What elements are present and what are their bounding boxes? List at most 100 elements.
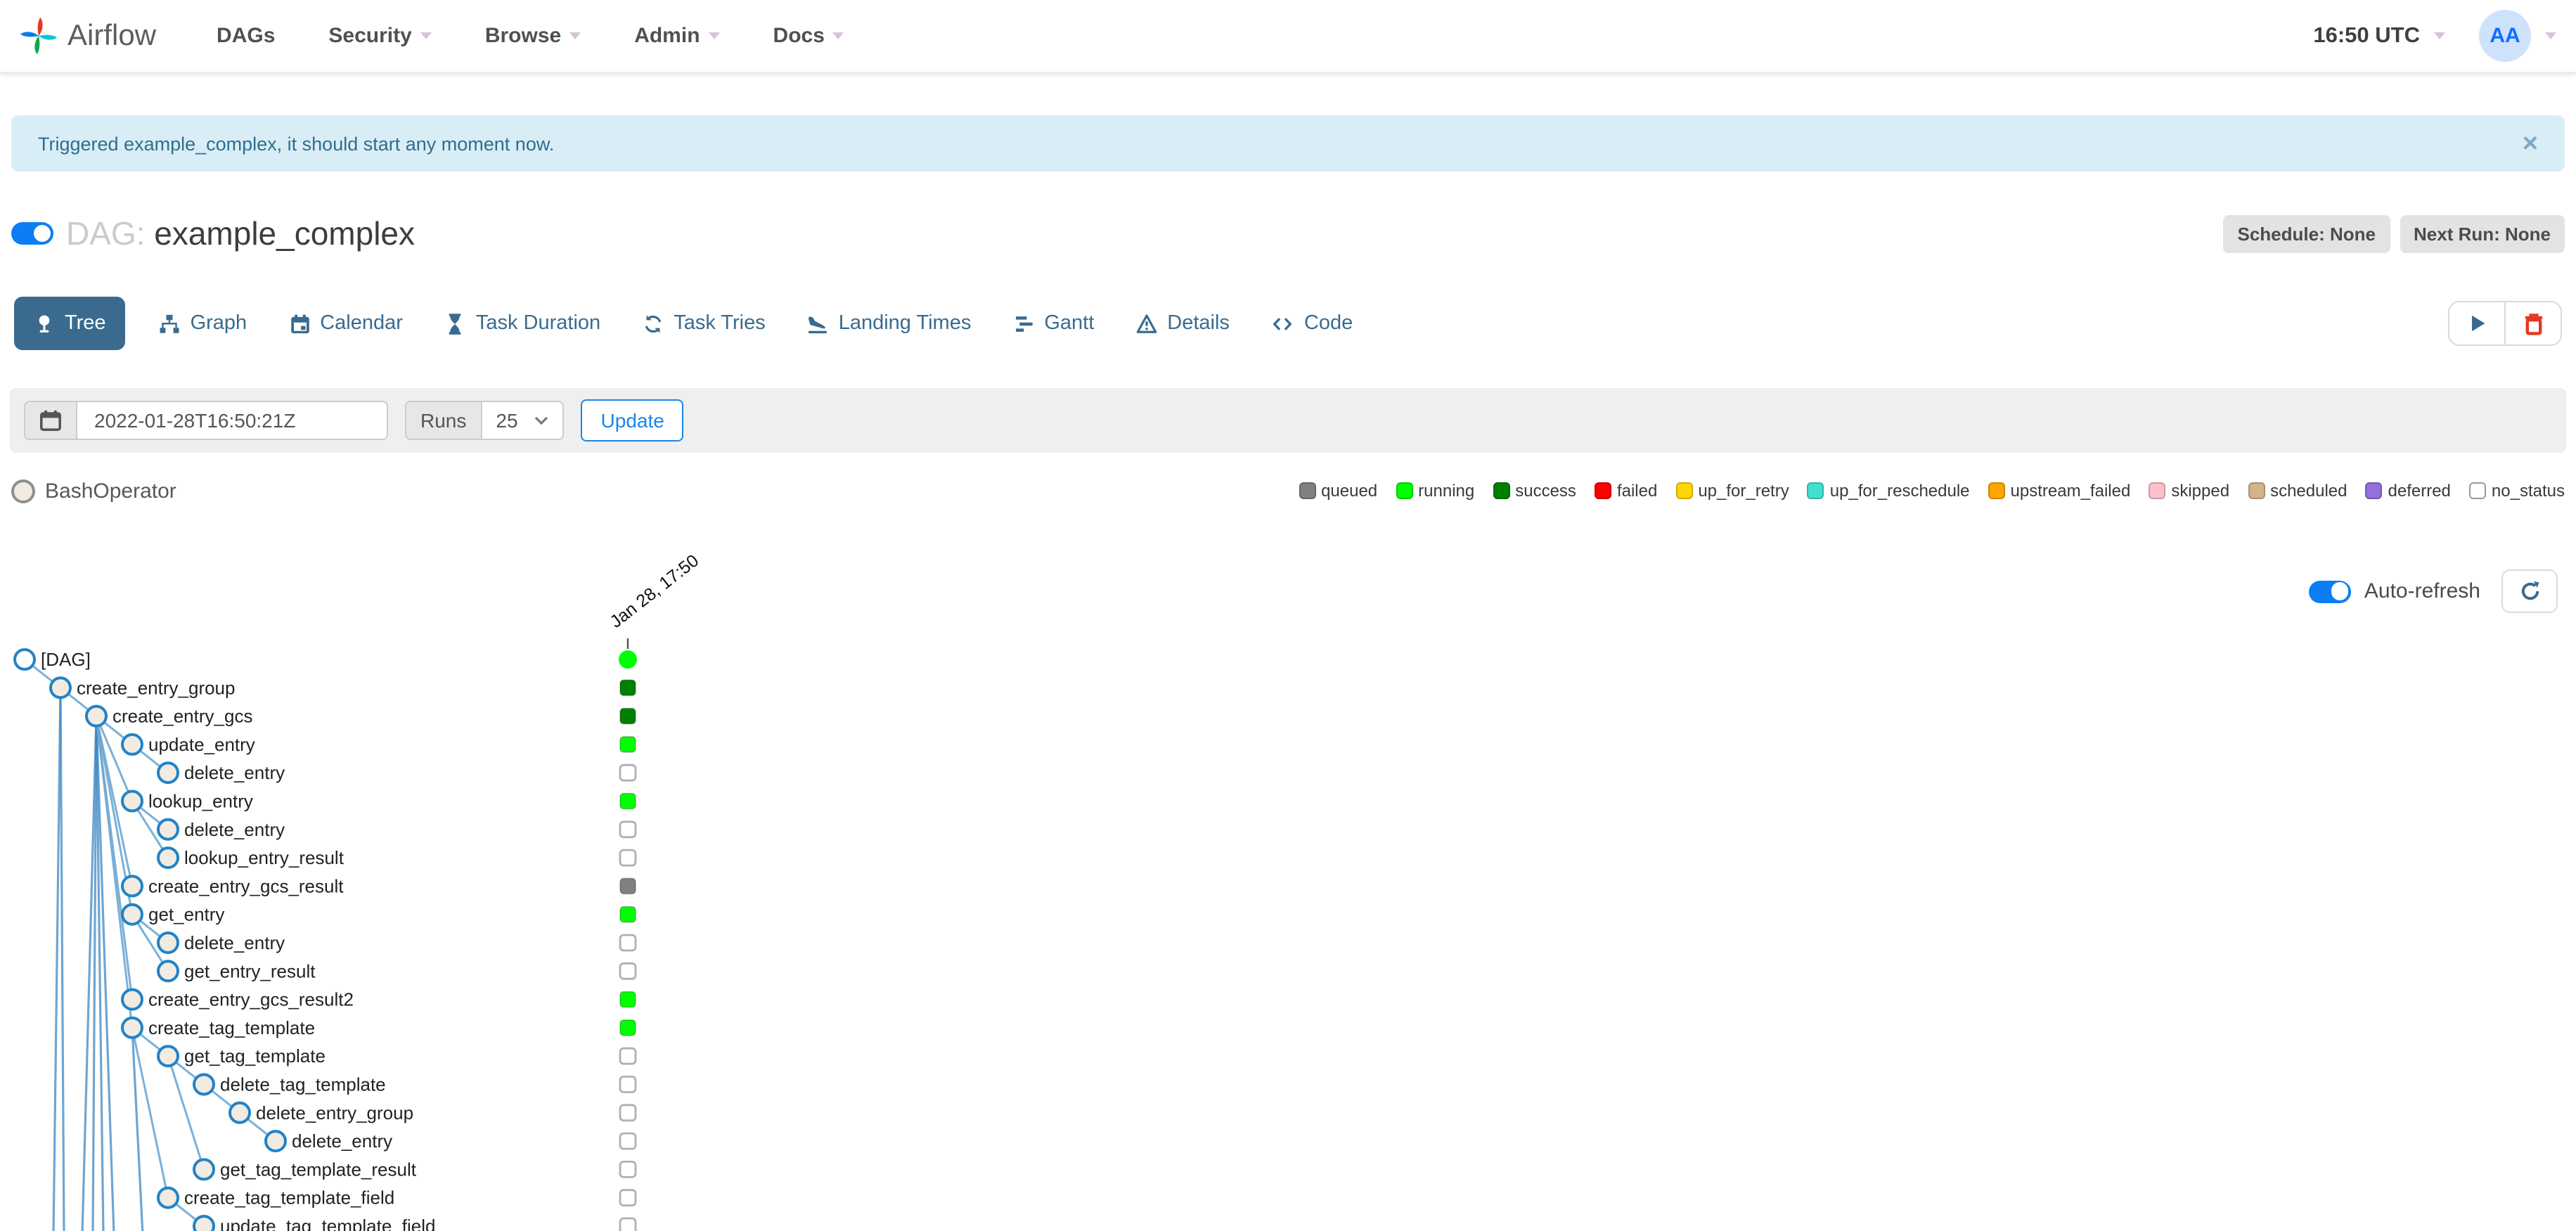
tab-details[interactable]: Details — [1136, 297, 1230, 350]
tab-task-duration[interactable]: Task Duration — [445, 297, 600, 350]
task-node-circle[interactable] — [121, 875, 143, 898]
nav-right: 16:50 UTC AA — [2313, 10, 2556, 62]
task-status-square[interactable] — [619, 679, 636, 697]
task-label[interactable]: create_entry_gcs — [112, 706, 252, 727]
task-node-circle[interactable] — [193, 1073, 215, 1096]
task-status-square[interactable] — [619, 820, 637, 839]
airflow-brand[interactable]: Airflow — [20, 17, 156, 55]
task-label[interactable]: delete_entry_group — [256, 1102, 413, 1123]
task-label[interactable]: get_entry — [148, 904, 224, 925]
task-label[interactable]: update_entry — [148, 734, 255, 755]
runs-select[interactable]: 25 — [482, 401, 565, 440]
task-node-circle[interactable] — [85, 704, 108, 728]
refresh-button[interactable] — [2501, 569, 2558, 613]
task-status-square[interactable] — [619, 1047, 637, 1065]
task-node-circle[interactable] — [157, 846, 179, 870]
task-label[interactable]: delete_entry — [184, 819, 285, 840]
task-label[interactable]: get_tag_template_result — [220, 1159, 417, 1180]
close-icon[interactable]: × — [2523, 130, 2538, 157]
task-node-circle[interactable] — [121, 789, 143, 813]
task-node-circle[interactable] — [157, 932, 179, 954]
tab-label: Task Tries — [674, 312, 766, 335]
tab-graph[interactable]: Graph — [160, 297, 247, 350]
task-status-square[interactable] — [619, 1189, 637, 1207]
tab-gantt[interactable]: Gantt — [1013, 297, 1094, 350]
task-node-circle[interactable] — [157, 1045, 179, 1068]
task-node-circle[interactable] — [193, 1215, 215, 1231]
task-status-square[interactable] — [619, 1076, 637, 1093]
nav-menu: DAGs Security Browse Admin Docs — [190, 24, 871, 48]
task-label[interactable]: create_tag_template — [148, 1017, 315, 1038]
task-node-circle[interactable] — [121, 733, 143, 756]
task-node-circle[interactable] — [121, 988, 143, 1011]
autorefresh-toggle[interactable] — [2309, 580, 2352, 602]
task-node-circle[interactable] — [193, 1158, 215, 1181]
schedule-badge[interactable]: Schedule: None — [2223, 214, 2390, 252]
task-node-circle[interactable] — [157, 1186, 179, 1209]
nav-item-browse[interactable]: Browse — [458, 24, 607, 48]
task-label[interactable]: create_entry_gcs_result2 — [148, 989, 354, 1010]
task-label[interactable]: delete_tag_template — [220, 1074, 386, 1095]
dag-pause-toggle[interactable] — [11, 222, 53, 245]
nav-item-admin[interactable]: Admin — [607, 24, 746, 48]
task-status-square[interactable] — [619, 905, 636, 923]
caret-down-icon — [832, 32, 844, 39]
task-node-circle[interactable] — [121, 1016, 143, 1039]
task-node-circle[interactable] — [157, 960, 179, 983]
task-status-square[interactable] — [619, 962, 637, 980]
dag-id: example_complex — [154, 214, 415, 251]
task-status-square[interactable] — [619, 1217, 637, 1231]
tab-calendar[interactable]: Calendar — [289, 297, 403, 350]
task-label[interactable]: update_tag_template_field — [220, 1216, 435, 1231]
task-label[interactable]: create_tag_template_field — [184, 1187, 394, 1209]
task-status-square[interactable] — [619, 707, 636, 725]
tab-task-tries[interactable]: Task Tries — [643, 297, 766, 350]
task-label[interactable]: lookup_entry — [148, 791, 253, 812]
task-status-square[interactable] — [619, 736, 636, 753]
task-label[interactable]: get_entry_result — [184, 960, 316, 981]
tab-tree[interactable]: Tree — [14, 297, 126, 350]
task-status-square[interactable] — [619, 792, 636, 810]
task-node-circle[interactable] — [49, 676, 72, 700]
task-status-square[interactable] — [619, 877, 636, 895]
update-button[interactable]: Update — [581, 399, 684, 442]
task-label[interactable]: create_entry_gcs_result — [148, 875, 344, 896]
task-status-square[interactable] — [619, 1019, 636, 1036]
utc-clock[interactable]: 16:50 UTC — [2313, 23, 2420, 49]
task-node-circle[interactable] — [121, 903, 143, 926]
task-label[interactable]: get_tag_template — [184, 1045, 326, 1066]
task-status-square[interactable] — [619, 1104, 637, 1122]
delete-dag-button[interactable] — [2504, 302, 2561, 344]
legend-label: no_status — [2491, 481, 2565, 501]
task-status-square[interactable] — [619, 934, 637, 952]
task-node-circle[interactable] — [228, 1101, 251, 1124]
task-label[interactable]: [DAG] — [41, 649, 91, 670]
calendar-addon[interactable] — [24, 401, 77, 440]
avatar[interactable]: AA — [2479, 10, 2531, 62]
tab-label: Task Duration — [475, 312, 601, 335]
task-status-square[interactable] — [619, 763, 637, 782]
nav-item-label: DAGs — [217, 24, 276, 48]
tab-label: Calendar — [320, 312, 403, 335]
base-date-input[interactable] — [77, 401, 388, 440]
task-label[interactable]: delete_entry — [184, 932, 285, 953]
task-node-circle[interactable] — [264, 1130, 287, 1153]
nav-item-dags[interactable]: DAGs — [190, 24, 302, 48]
task-status-square[interactable] — [619, 1132, 637, 1150]
trigger-dag-button[interactable] — [2449, 302, 2504, 344]
task-label[interactable]: lookup_entry_result — [184, 847, 344, 868]
task-node-circle[interactable] — [157, 818, 179, 841]
task-label[interactable]: delete_entry — [184, 762, 285, 783]
tab-landing-times[interactable]: Landing Times — [808, 297, 971, 350]
task-node-circle[interactable] — [157, 761, 179, 785]
task-status-square[interactable] — [619, 991, 636, 1008]
task-label[interactable]: delete_entry — [292, 1130, 392, 1152]
task-status-square[interactable] — [619, 1161, 637, 1178]
task-node-circle[interactable] — [13, 648, 36, 671]
nav-item-docs[interactable]: Docs — [747, 24, 871, 48]
task-label[interactable]: create_entry_group — [77, 677, 235, 698]
tab-code[interactable]: Code — [1272, 297, 1353, 350]
nav-item-security[interactable]: Security — [302, 24, 458, 48]
task-status-square[interactable] — [619, 849, 637, 867]
dag-run-status-circle[interactable] — [619, 650, 637, 669]
